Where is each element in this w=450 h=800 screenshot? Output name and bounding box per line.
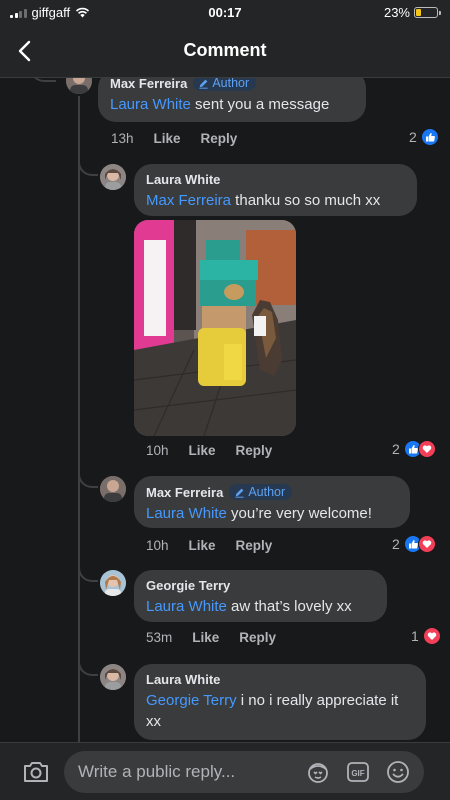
- comment-text: Laura White aw that’s lovely xx: [146, 596, 375, 617]
- like-reaction-icon: [420, 128, 439, 146]
- like-button[interactable]: Like: [192, 630, 219, 645]
- reply-button[interactable]: Reply: [236, 443, 273, 458]
- comment-body: sent you a message: [190, 96, 330, 113]
- comment-bubble: Max Ferreira Author Laura White you’re v…: [134, 476, 410, 528]
- reply-composer: GIF: [0, 742, 450, 800]
- comment-thread: Max Ferreira Author Laura White sent you…: [0, 78, 450, 742]
- like-button[interactable]: Like: [189, 538, 216, 553]
- author-badge-label: Author: [212, 78, 250, 90]
- avatar[interactable]: [100, 164, 126, 190]
- thread-connector: [78, 470, 98, 488]
- reaction-summary[interactable]: 1: [411, 627, 441, 645]
- page-title: Comment: [183, 40, 267, 60]
- commenter-name[interactable]: Laura White: [146, 672, 220, 687]
- mention-link[interactable]: Georgie Terry: [146, 692, 237, 709]
- comment-actions: 13h Like Reply: [111, 131, 237, 146]
- comment-body: you’re very welcome!: [226, 505, 372, 522]
- comment-time: 53m: [146, 630, 173, 645]
- comment-photo[interactable]: [134, 220, 296, 436]
- comment-text: Georgie Terry i no i really appreciate i…: [146, 690, 414, 732]
- reaction-count: 1: [411, 628, 419, 644]
- author-badge: Author: [193, 78, 257, 91]
- pencil-icon: [235, 488, 244, 498]
- avatar[interactable]: [100, 664, 126, 690]
- comment-bubble: Max Ferreira Author Laura White sent you…: [98, 78, 366, 122]
- love-reaction-icon: [417, 535, 436, 553]
- clock: 00:17: [208, 5, 242, 20]
- mention-link[interactable]: Laura White: [110, 96, 191, 113]
- commenter-name[interactable]: Max Ferreira: [110, 78, 187, 91]
- status-bar: giffgaff 00:17 23%: [0, 0, 450, 24]
- comment-actions: 53m Like Reply: [146, 630, 276, 645]
- svg-text:GIF: GIF: [351, 769, 364, 778]
- reply-input[interactable]: [78, 751, 298, 793]
- camera-icon[interactable]: [22, 759, 50, 785]
- comment-text: Laura White you’re very welcome!: [146, 503, 398, 524]
- comment-bubble: Georgie Terry Laura White aw that’s love…: [134, 570, 387, 622]
- comment-time: 10h: [146, 538, 169, 553]
- battery-percent: 23%: [383, 5, 410, 20]
- mention-link[interactable]: Laura White: [146, 598, 227, 615]
- thread-connector: [78, 564, 98, 582]
- sticker-icon[interactable]: [306, 760, 330, 784]
- thread-connector: [78, 158, 98, 176]
- comment-text: Laura White sent you a message: [110, 94, 354, 115]
- like-button[interactable]: Like: [154, 131, 181, 146]
- reply-button[interactable]: Reply: [201, 131, 238, 146]
- comment-body: thanku so so much xx: [231, 192, 381, 209]
- avatar[interactable]: [66, 78, 92, 94]
- reaction-count: 2: [409, 129, 417, 145]
- battery-icon: [414, 7, 441, 18]
- author-badge: Author: [229, 484, 293, 500]
- thread-connector: [30, 78, 56, 82]
- commenter-name[interactable]: Max Ferreira: [146, 485, 223, 500]
- reply-field-container[interactable]: GIF: [64, 751, 424, 793]
- commenter-name[interactable]: Georgie Terry: [146, 578, 230, 593]
- comment-time: 13h: [111, 131, 134, 146]
- author-badge-label: Author: [248, 485, 286, 499]
- reaction-summary[interactable]: 2: [392, 535, 436, 553]
- reply-button[interactable]: Reply: [236, 538, 273, 553]
- comment-bubble: Laura White Max Ferreira thanku so so mu…: [134, 164, 417, 216]
- comment-actions: 10h Like Reply: [146, 538, 272, 553]
- mention-link[interactable]: Max Ferreira: [146, 192, 231, 209]
- reply-button[interactable]: Reply: [239, 630, 276, 645]
- reaction-summary[interactable]: 2: [392, 440, 436, 458]
- reaction-summary[interactable]: 2: [409, 128, 439, 146]
- comment-actions: 10h Like Reply: [146, 443, 272, 458]
- emoji-icon[interactable]: [386, 760, 410, 784]
- comment-text: Max Ferreira thanku so so much xx: [146, 190, 405, 211]
- comment-time: 10h: [146, 443, 169, 458]
- reaction-count: 2: [392, 441, 400, 457]
- love-reaction-icon: [417, 440, 436, 458]
- comment-bubble: Laura White Georgie Terry i no i really …: [134, 664, 426, 740]
- comment-body: aw that’s lovely xx: [226, 598, 352, 615]
- mention-link[interactable]: Laura White: [146, 505, 227, 522]
- avatar[interactable]: [100, 476, 126, 502]
- like-button[interactable]: Like: [189, 443, 216, 458]
- gif-icon[interactable]: GIF: [346, 760, 370, 784]
- nav-header: Comment: [0, 24, 450, 78]
- avatar[interactable]: [100, 570, 126, 596]
- thread-line: [78, 96, 80, 742]
- thread-connector: [78, 658, 98, 676]
- pencil-icon: [199, 79, 208, 89]
- commenter-name[interactable]: Laura White: [146, 172, 220, 187]
- reaction-count: 2: [392, 536, 400, 552]
- love-reaction-icon: [422, 627, 441, 645]
